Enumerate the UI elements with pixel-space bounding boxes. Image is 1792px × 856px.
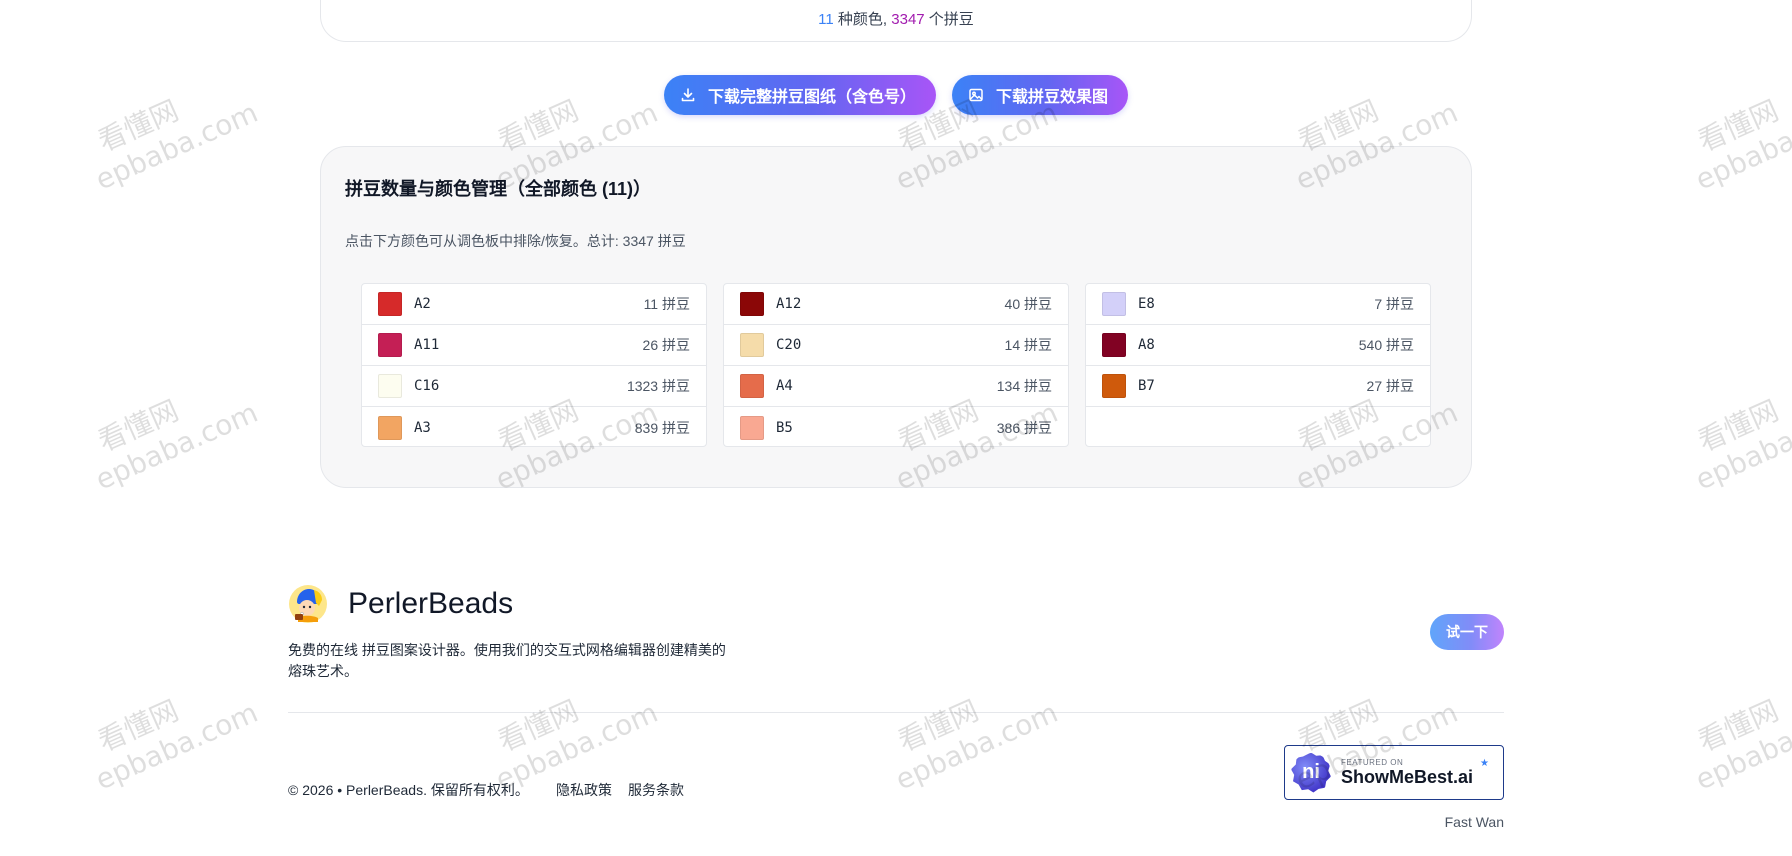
color-row[interactable]: E8 7 拼豆 bbox=[1086, 284, 1430, 325]
download-effect-button[interactable]: 下载拼豆效果图 bbox=[952, 75, 1128, 115]
color-column: A12 40 拼豆 C20 14 拼豆 A4 134 拼豆 B5 386 拼豆 bbox=[723, 283, 1069, 447]
showmebest-badge[interactable]: ni FEATURED ON ShowMeBest.ai ★ bbox=[1284, 745, 1504, 800]
bead-count: 14 拼豆 bbox=[1004, 337, 1052, 353]
bead-count: 839 拼豆 bbox=[634, 419, 690, 436]
bead-count: 3347 bbox=[891, 11, 925, 28]
bead-count: 27 拼豆 bbox=[1366, 378, 1414, 394]
bead-count: 1323 拼豆 bbox=[626, 378, 690, 394]
color-swatch bbox=[740, 374, 764, 398]
bead-count: 7 拼豆 bbox=[1374, 296, 1414, 312]
color-code: A12 bbox=[776, 296, 802, 312]
stats-hint: 点击下方颜色可从调色板中排除/恢复。总计: 3347 拼豆 bbox=[345, 233, 686, 249]
girl-with-pearl-earring-logo-icon bbox=[288, 584, 328, 624]
color-swatch bbox=[378, 415, 402, 440]
color-row[interactable]: A2 11 拼豆 bbox=[362, 284, 706, 325]
badge-site-name: ShowMeBest.ai bbox=[1341, 766, 1474, 787]
color-row[interactable]: A3 839 拼豆 bbox=[362, 407, 706, 446]
color-count: 11 bbox=[818, 11, 834, 28]
color-row[interactable]: A4 134 拼豆 bbox=[724, 366, 1068, 407]
watermark: 看懂网epbaba.com bbox=[90, 393, 263, 497]
privacy-policy-link[interactable]: 隐私政策 bbox=[556, 780, 612, 800]
watermark: 看懂网epbaba.com bbox=[890, 693, 1063, 797]
color-code: A4 bbox=[776, 378, 793, 394]
color-column: E8 7 拼豆 A8 540 拼豆 B7 27 拼豆 bbox=[1085, 283, 1431, 447]
color-code: A8 bbox=[1138, 337, 1155, 353]
try-button[interactable]: 试一下 bbox=[1430, 614, 1504, 650]
color-code: B7 bbox=[1138, 378, 1155, 394]
stats-title: 拼豆数量与颜色管理（全部颜色 (11)） bbox=[345, 179, 652, 199]
terms-of-service-link[interactable]: 服务条款 bbox=[628, 780, 684, 800]
bead-count: 26 拼豆 bbox=[642, 337, 690, 353]
bead-count: 540 拼豆 bbox=[1358, 337, 1414, 353]
footer-brand[interactable]: PerlerBeads bbox=[288, 584, 513, 624]
star-icon: ★ bbox=[1480, 758, 1489, 769]
color-row[interactable]: A8 540 拼豆 bbox=[1086, 325, 1430, 366]
pattern-preview-card: 11 种颜色, 3347 个拼豆 bbox=[320, 0, 1472, 42]
pattern-summary: 11 种颜色, 3347 个拼豆 bbox=[321, 8, 1471, 29]
brand-description: 免费的在线 拼豆图案设计器。使用我们的交互式网格编辑器创建精美的熔珠艺术。 bbox=[288, 642, 726, 679]
watermark: 看懂网epbaba.com bbox=[90, 93, 263, 197]
brand-name: PerlerBeads bbox=[348, 587, 514, 620]
bead-count: 40 拼豆 bbox=[1004, 296, 1052, 312]
author-credit: Fast Wan bbox=[1444, 814, 1504, 830]
color-swatch bbox=[378, 292, 402, 316]
image-icon bbox=[968, 87, 984, 103]
color-swatch bbox=[740, 333, 764, 357]
color-row[interactable]: B5 386 拼豆 bbox=[724, 407, 1068, 446]
watermark: 看懂网epbaba.com bbox=[490, 693, 663, 797]
color-swatch bbox=[378, 374, 402, 398]
color-row[interactable]: C20 14 拼豆 bbox=[724, 325, 1068, 366]
color-count-label: 种颜色, bbox=[833, 11, 892, 28]
color-column: A2 11 拼豆 A11 26 拼豆 C16 1323 拼豆 A3 839 拼豆 bbox=[361, 283, 707, 447]
badge-logo-text: ni bbox=[1302, 761, 1320, 783]
color-code: C16 bbox=[414, 378, 440, 394]
download-pattern-label: 下载完整拼豆图纸（含色号） bbox=[708, 89, 917, 106]
bead-count: 386 拼豆 bbox=[996, 419, 1052, 436]
bead-count: 134 拼豆 bbox=[996, 378, 1052, 394]
badge-featured-label: FEATURED ON bbox=[1341, 757, 1404, 767]
color-code: A11 bbox=[414, 337, 440, 353]
color-code: A3 bbox=[414, 419, 431, 436]
watermark: 看懂网epbaba.com bbox=[1690, 93, 1792, 197]
color-row[interactable]: C16 1323 拼豆 bbox=[362, 366, 706, 407]
color-swatch bbox=[1102, 333, 1126, 357]
copyright: © 2026 • PerlerBeads. 保留所有权利。 bbox=[288, 782, 529, 798]
color-code: C20 bbox=[776, 337, 802, 353]
download-pattern-button[interactable]: 下载完整拼豆图纸（含色号） bbox=[664, 75, 936, 115]
color-swatch bbox=[740, 292, 764, 316]
color-swatch bbox=[740, 415, 764, 440]
bead-stats-panel: 拼豆数量与颜色管理（全部颜色 (11)） 点击下方颜色可从调色板中排除/恢复。总… bbox=[320, 146, 1472, 488]
showmebest-logo-icon: ni bbox=[1291, 752, 1331, 793]
download-icon bbox=[680, 87, 696, 103]
color-code: B5 bbox=[776, 419, 793, 436]
bead-count: 11 拼豆 bbox=[643, 296, 690, 312]
watermark: 看懂网epbaba.com bbox=[1690, 693, 1792, 797]
color-code: E8 bbox=[1138, 296, 1155, 312]
watermark: 看懂网epbaba.com bbox=[90, 693, 263, 797]
color-swatch bbox=[378, 333, 402, 357]
color-swatch bbox=[1102, 374, 1126, 398]
color-row[interactable]: A11 26 拼豆 bbox=[362, 325, 706, 366]
watermark: 看懂网epbaba.com bbox=[1690, 393, 1792, 497]
footer-divider bbox=[288, 712, 1504, 713]
download-effect-label: 下载拼豆效果图 bbox=[996, 89, 1109, 106]
bead-count-label: 个拼豆 bbox=[924, 11, 974, 28]
color-swatch bbox=[1102, 292, 1126, 316]
color-code: A2 bbox=[414, 296, 431, 312]
color-row[interactable]: A12 40 拼豆 bbox=[724, 284, 1068, 325]
color-row[interactable]: B7 27 拼豆 bbox=[1086, 366, 1430, 407]
